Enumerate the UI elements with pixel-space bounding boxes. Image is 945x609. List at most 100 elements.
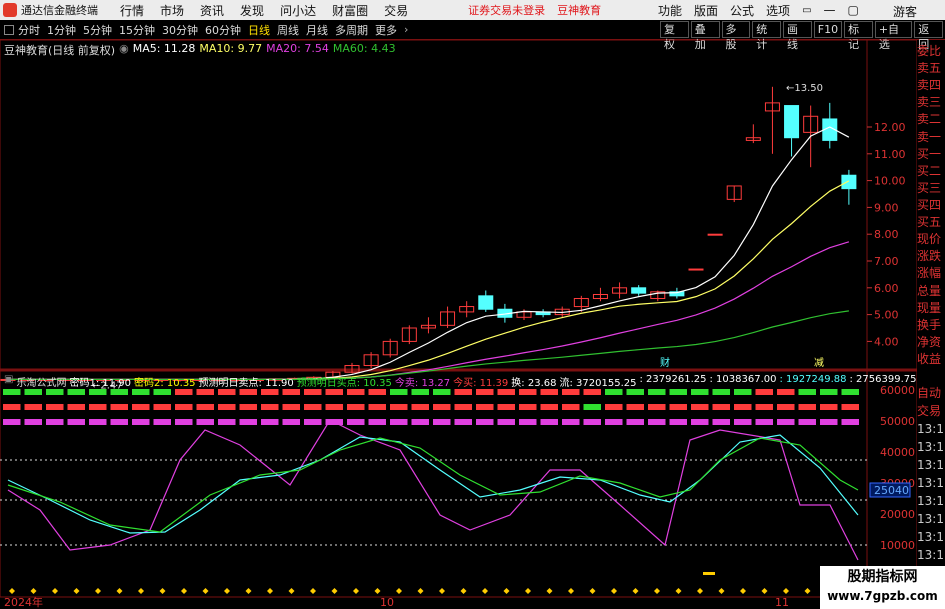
buy-signal-diamond <box>159 588 166 594</box>
side-panel-item: 现量 <box>917 300 942 315</box>
signal-block <box>282 419 300 425</box>
signal-block <box>798 419 816 425</box>
signal-block <box>46 404 64 410</box>
buy-signal-diamond <box>589 588 596 594</box>
price-tick-label: 5.00 <box>874 309 899 322</box>
side-panel-item: 卖一 <box>917 129 942 144</box>
signal-block <box>110 419 128 425</box>
menu-formula[interactable]: 公式 <box>730 2 754 19</box>
buy-signal-diamond <box>396 588 402 594</box>
guest-label[interactable]: 游客 <box>893 3 917 20</box>
signal-block <box>153 389 171 395</box>
signal-block <box>411 404 429 410</box>
period-multi[interactable]: 多周期 <box>335 22 368 38</box>
dropdown-icon[interactable]: ◉ <box>119 42 129 58</box>
period-1min[interactable]: 1分钟 <box>47 22 76 38</box>
draw-button[interactable]: 画线 <box>783 21 812 51</box>
back-button[interactable]: 返回 <box>914 21 944 51</box>
trade-panel-item[interactable]: 自动 <box>917 384 945 402</box>
price-tick-label: 12.00 <box>874 121 906 134</box>
menu-news[interactable]: 资讯 <box>200 2 224 19</box>
signal-block <box>476 419 494 425</box>
menu-quotes[interactable]: 行情 <box>120 2 144 19</box>
signal-block <box>755 389 773 395</box>
period-weekly[interactable]: 周线 <box>277 22 299 38</box>
price-tick-label: 8.00 <box>874 228 899 241</box>
buy-signal-diamond <box>482 588 488 594</box>
menu-toggle-icon[interactable]: ▭ <box>802 5 811 16</box>
buy-signal-diamond <box>740 588 746 594</box>
buy-signal-diamond <box>9 588 15 594</box>
menu-ask[interactable]: 问小达 <box>280 2 316 19</box>
signal-block <box>282 389 300 395</box>
menu-options[interactable]: 选项 <box>766 2 790 19</box>
main-legend: 豆神教育(日线 前复权) ◉ MA5: 11.28 MA10: 9.77 MA2… <box>4 42 396 58</box>
period-daily[interactable]: 日线 <box>248 22 270 38</box>
adjust-button[interactable]: 复权 <box>660 21 689 51</box>
buy-signal-diamond <box>52 588 58 594</box>
period-timeshare[interactable]: 分时 <box>18 22 40 38</box>
period-monthly[interactable]: 月线 <box>306 22 328 38</box>
menu-wealth[interactable]: 财富圈 <box>332 2 368 19</box>
kline-chart[interactable]: 12.00 11.00 10.00 9.00 8.00 7.00 6.00 5.00 4.00 ←… <box>0 40 917 609</box>
signal-block <box>454 389 472 395</box>
signal-block <box>454 419 472 425</box>
stats-button[interactable]: 统计 <box>752 21 781 51</box>
menu-discover[interactable]: 发现 <box>240 2 264 19</box>
menu-function[interactable]: 功能 <box>658 2 682 19</box>
signal-block <box>497 389 515 395</box>
signal-block <box>820 404 838 410</box>
signal-block <box>755 404 773 410</box>
maximize-icon[interactable]: ▢ <box>848 3 859 17</box>
buy-signal-diamond <box>611 588 617 594</box>
multi-stock-button[interactable]: 多股 <box>721 21 751 51</box>
f10-button[interactable]: F10 <box>813 21 843 38</box>
period-30min[interactable]: 30分钟 <box>162 22 198 38</box>
more-arrow-icon[interactable]: › <box>404 23 408 36</box>
candle-body <box>707 233 723 236</box>
signal-block <box>777 389 795 395</box>
sub-field: 密码1: 11.90 <box>69 378 131 389</box>
side-panel-item: 买四 <box>917 197 942 212</box>
buy-signal-diamond <box>224 588 230 594</box>
trade-panel-item[interactable]: 交易 <box>917 402 945 420</box>
minimize-icon[interactable]: — <box>824 3 836 17</box>
signal-block <box>110 389 128 395</box>
menu-layout[interactable]: 版面 <box>694 2 718 19</box>
sub-tick-label: 10000 <box>880 539 915 552</box>
period-15min[interactable]: 15分钟 <box>119 22 155 38</box>
buy-signal-diamond <box>654 588 660 594</box>
signal-block <box>712 404 730 410</box>
signal-block <box>583 404 601 410</box>
period-more[interactable]: 更多 <box>375 22 397 38</box>
signal-block <box>239 404 257 410</box>
menu-market[interactable]: 市场 <box>160 2 184 19</box>
signal-block <box>261 419 279 425</box>
sub-field: 密码2: 10.35 <box>134 378 196 389</box>
signal-block <box>196 419 214 425</box>
side-panel-item: 净资 <box>917 334 942 349</box>
signal-block <box>347 389 365 395</box>
signal-block <box>24 419 42 425</box>
period-60min[interactable]: 60分钟 <box>205 22 241 38</box>
signal-block <box>540 404 558 410</box>
buy-signal-diamond <box>568 588 574 594</box>
signal-block <box>282 404 300 410</box>
overlay-button[interactable]: 叠加 <box>690 21 720 51</box>
signal-block <box>218 404 236 410</box>
price-tick-label: 7.00 <box>874 255 899 268</box>
login-notice[interactable]: 证券交易未登录 <box>468 2 545 18</box>
sub-menu-icon[interactable]: ▣ <box>4 374 13 389</box>
menu-trade[interactable]: 交易 <box>384 2 408 19</box>
signal-block <box>798 404 816 410</box>
buy-signal-diamond <box>116 588 123 594</box>
mark-button[interactable]: 标记 <box>844 21 873 51</box>
period-5min[interactable]: 5分钟 <box>83 22 112 38</box>
stock-notice[interactable]: 豆神教育 <box>557 2 601 18</box>
signal-block <box>261 389 279 395</box>
sidebar-toggle-icon[interactable] <box>4 24 14 35</box>
sub-field: : 2379261.25 <box>639 374 707 385</box>
signal-block <box>605 389 623 395</box>
add-watchlist-button[interactable]: +自选 <box>874 21 913 51</box>
candle-body <box>841 174 857 190</box>
